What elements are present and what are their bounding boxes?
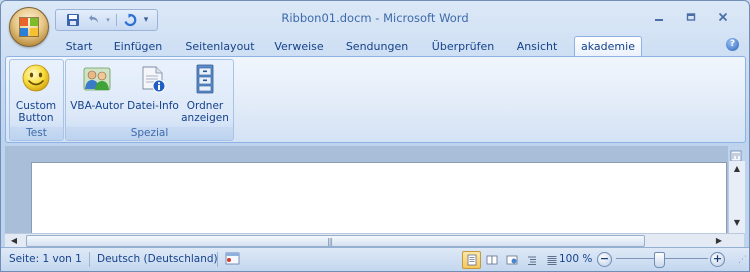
custom-button[interactable]: Custom Button (13, 63, 59, 124)
zoom-in-button[interactable]: + (710, 252, 725, 267)
tab-start[interactable]: Start (59, 37, 99, 56)
ribbon-group-spezial: VBA-Autor Datei-Info Ordner anzeigen Spe… (65, 59, 234, 141)
zoom-level[interactable]: 100 % (559, 253, 592, 265)
horizontal-scrollbar[interactable]: ◀ ||| ▶ (5, 233, 744, 247)
web-layout-view-icon[interactable] (502, 251, 521, 269)
status-separator (89, 252, 90, 267)
office-logo-icon (19, 17, 39, 37)
scroll-right-icon[interactable]: ▶ (712, 234, 726, 247)
full-screen-reading-view-icon[interactable] (482, 251, 501, 269)
status-bar: Seite: 1 von 1 Deutsch (Deutschland) 100… (1, 247, 749, 271)
close-icon[interactable] (707, 7, 739, 27)
vba-autor-button[interactable]: VBA-Autor (68, 63, 126, 112)
group-label-test: Test (10, 127, 63, 140)
zoom-out-button[interactable]: − (597, 252, 612, 267)
window-title: Ribbon01.docm - Microsoft Word (281, 11, 469, 25)
outline-view-icon[interactable] (522, 251, 541, 269)
language-indicator[interactable]: Deutsch (Deutschland) (97, 253, 218, 265)
datei-info-label: Datei-Info (127, 100, 179, 112)
window-controls (643, 7, 739, 27)
help-icon[interactable]: ? (726, 38, 739, 51)
tab-einfuegen[interactable]: Einfügen (109, 37, 167, 56)
status-separator (217, 252, 218, 267)
folder-cabinet-icon (196, 64, 214, 94)
custom-button-label-1: Custom (15, 100, 57, 112)
ribbon-group-test: Custom Button Test (9, 59, 64, 141)
document-page[interactable] (31, 162, 727, 235)
view-mode-buttons (462, 251, 561, 269)
scroll-grip-icon: ||| (327, 237, 333, 246)
scroll-down-icon[interactable]: ▼ (731, 217, 743, 229)
group-label-spezial: Spezial (66, 127, 233, 140)
vertical-scrollbar[interactable]: ▲ ▼ (728, 161, 745, 233)
scroll-up-icon[interactable]: ▲ (731, 163, 743, 175)
maximize-icon[interactable] (675, 7, 707, 27)
ribbon-tabs: Start Einfügen Seitenlayout Verweise Sen… (1, 35, 749, 57)
users-icon (83, 67, 111, 91)
print-layout-view-icon[interactable] (462, 251, 481, 269)
page-indicator[interactable]: Seite: 1 von 1 (9, 253, 82, 265)
minimize-icon[interactable] (643, 7, 675, 27)
tab-seitenlayout[interactable]: Seitenlayout (181, 37, 259, 56)
tab-akademie[interactable]: akademie (574, 36, 642, 57)
zoom-slider-thumb[interactable] (654, 252, 665, 268)
word-window: ▾ ▾ Ribbon01.docm - Microsoft Word Start… (0, 0, 750, 272)
tab-ueberpruefen[interactable]: Überprüfen (427, 37, 499, 56)
ordner-anzeigen-label-2: anzeigen (181, 112, 229, 124)
office-button[interactable] (9, 7, 49, 47)
resize-grip-icon[interactable]: ⋰ (738, 255, 747, 265)
scroll-left-icon[interactable]: ◀ (7, 234, 21, 247)
horizontal-scroll-thumb[interactable]: ||| (26, 235, 645, 247)
macro-record-icon[interactable] (225, 251, 240, 269)
document-area (5, 146, 728, 235)
tab-sendungen[interactable]: Sendungen (341, 37, 413, 56)
custom-button-label-2: Button (18, 112, 54, 124)
tab-ansicht[interactable]: Ansicht (509, 37, 565, 56)
ribbon-panel: Custom Button Test VBA-Autor Datei-Info … (5, 56, 746, 143)
ordner-anzeigen-label-1: Ordner (186, 100, 224, 112)
tab-verweise[interactable]: Verweise (269, 37, 329, 56)
title-bar: ▾ ▾ Ribbon01.docm - Microsoft Word (1, 1, 749, 47)
vba-autor-label: VBA-Autor (70, 100, 124, 112)
document-info-icon (142, 66, 166, 93)
datei-info-button[interactable]: Datei-Info (126, 63, 180, 112)
smiley-icon (22, 64, 50, 92)
ordner-anzeigen-button[interactable]: Ordner anzeigen (180, 63, 230, 124)
